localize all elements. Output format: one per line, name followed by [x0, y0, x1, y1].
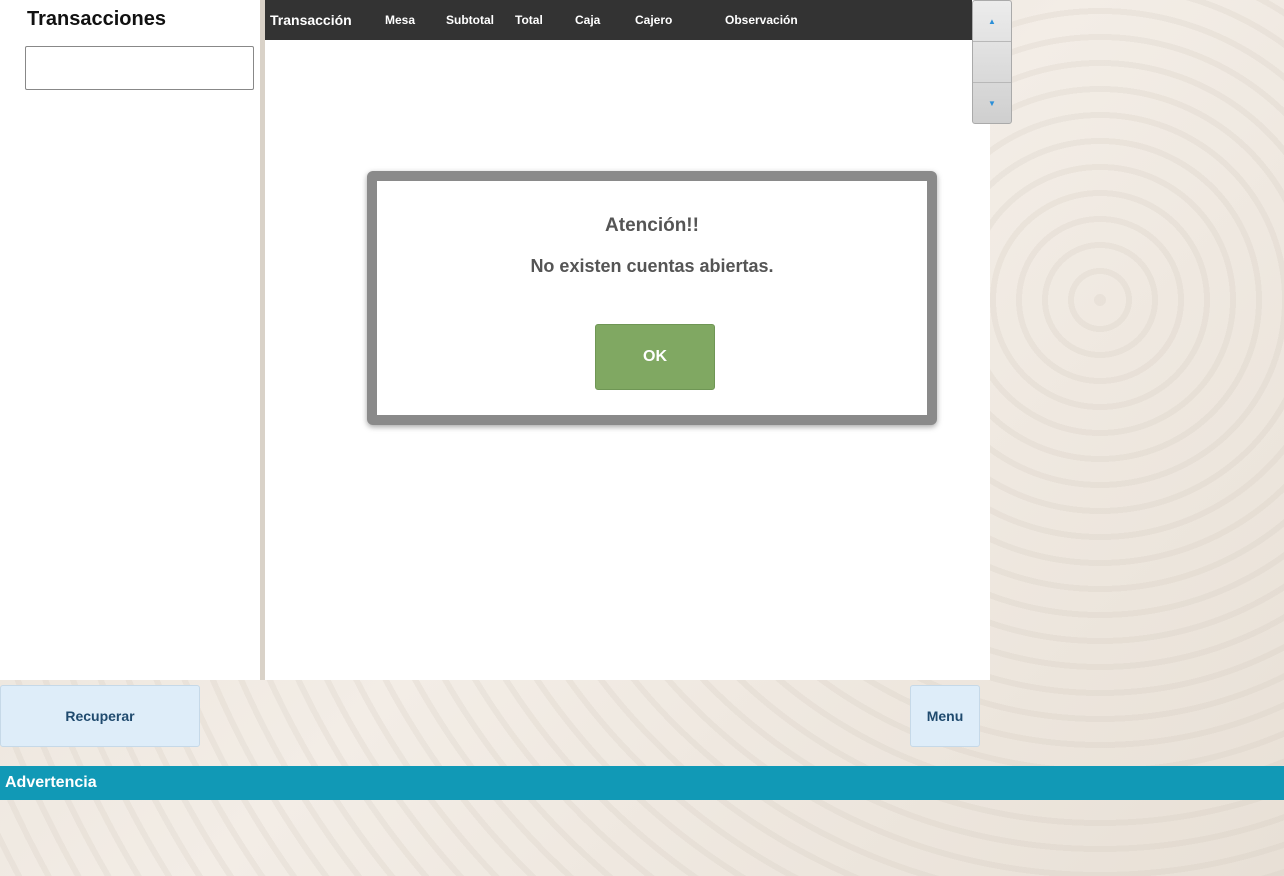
- alert-message: No existen cuentas abiertas.: [530, 256, 774, 276]
- alert-dialog-body: Atención!! No existen cuentas abiertas. …: [377, 181, 927, 415]
- scroll-down-button[interactable]: ▼: [973, 83, 1011, 123]
- scroll-thumb[interactable]: [973, 42, 1011, 83]
- column-header-caja[interactable]: Caja: [575, 0, 600, 40]
- column-header-transaccion[interactable]: Transacción: [270, 0, 352, 40]
- ok-button[interactable]: OK: [595, 324, 715, 390]
- column-header-subtotal[interactable]: Subtotal: [446, 0, 494, 40]
- recuperar-button[interactable]: Recuperar: [0, 685, 200, 747]
- column-header-observacion[interactable]: Observación: [725, 0, 798, 40]
- transaction-search-input[interactable]: [25, 46, 254, 90]
- arrow-down-icon: ▼: [988, 98, 996, 108]
- column-header-cajero[interactable]: Cajero: [635, 0, 672, 40]
- alert-dialog: Atención!! No existen cuentas abiertas. …: [367, 171, 937, 425]
- alert-title: Atención!!: [605, 215, 699, 236]
- scroll-up-button[interactable]: ▲: [973, 1, 1011, 42]
- arrow-up-icon: ▲: [988, 16, 996, 26]
- vertical-scroller: ▲ ▼: [972, 0, 1012, 124]
- column-header-total[interactable]: Total: [515, 0, 543, 40]
- column-header-mesa[interactable]: Mesa: [385, 0, 415, 40]
- menu-button[interactable]: Menu: [910, 685, 980, 747]
- transactions-panel: Transacciones: [0, 0, 260, 680]
- table-header: Transacción Mesa Subtotal Total Caja Caj…: [265, 0, 972, 40]
- panel-title: Transacciones: [27, 8, 166, 30]
- warning-bar: Advertencia: [0, 766, 1284, 800]
